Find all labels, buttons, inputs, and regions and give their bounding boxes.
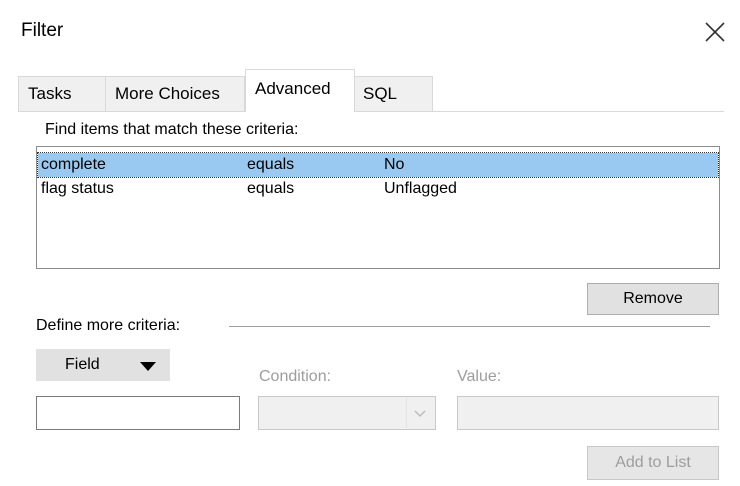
tab-label: SQL <box>363 84 398 103</box>
dialog-title: Filter <box>21 20 64 41</box>
field-input[interactable] <box>36 396 240 430</box>
tab-advanced[interactable]: Advanced <box>245 69 355 112</box>
criteria-condition: equals <box>247 180 295 197</box>
close-button[interactable] <box>702 16 728 46</box>
define-criteria-divider <box>229 326 710 327</box>
list-item[interactable]: complete equals No <box>37 152 719 178</box>
criteria-field: complete <box>41 156 106 173</box>
tab-label: Advanced <box>255 79 331 98</box>
tab-tasks[interactable]: Tasks <box>18 76 106 111</box>
criteria-list[interactable]: complete equals No flag status equals Un… <box>36 146 720 269</box>
field-button-label: Field <box>65 356 100 373</box>
criteria-value: No <box>384 156 405 173</box>
list-item[interactable]: flag status equals Unflagged <box>37 177 719 201</box>
value-input[interactable] <box>457 396 719 430</box>
criteria-value: Unflagged <box>384 180 457 197</box>
condition-select[interactable] <box>258 396 436 430</box>
condition-dropdown-arrow[interactable] <box>406 398 434 428</box>
criteria-condition: equals <box>247 156 295 173</box>
triangle-down-icon <box>140 362 156 371</box>
criteria-label: Find items that match these criteria: <box>45 121 299 138</box>
add-to-list-button[interactable]: Add to List <box>587 446 719 480</box>
value-label: Value: <box>457 368 502 385</box>
define-criteria-label: Define more criteria: <box>36 317 181 334</box>
tab-label: Tasks <box>28 84 72 103</box>
tabstrip-divider <box>18 111 724 112</box>
selection-highlight <box>37 152 719 178</box>
field-button[interactable]: Field <box>36 349 170 381</box>
chevron-down-icon <box>414 410 426 418</box>
condition-label: Condition: <box>259 368 332 385</box>
tab-more-choices[interactable]: More Choices <box>105 76 245 111</box>
remove-button[interactable]: Remove <box>587 283 719 315</box>
tab-label: More Choices <box>115 84 220 103</box>
close-icon <box>705 22 725 42</box>
tab-sql[interactable]: SQL <box>353 76 433 111</box>
criteria-field: flag status <box>41 180 114 197</box>
